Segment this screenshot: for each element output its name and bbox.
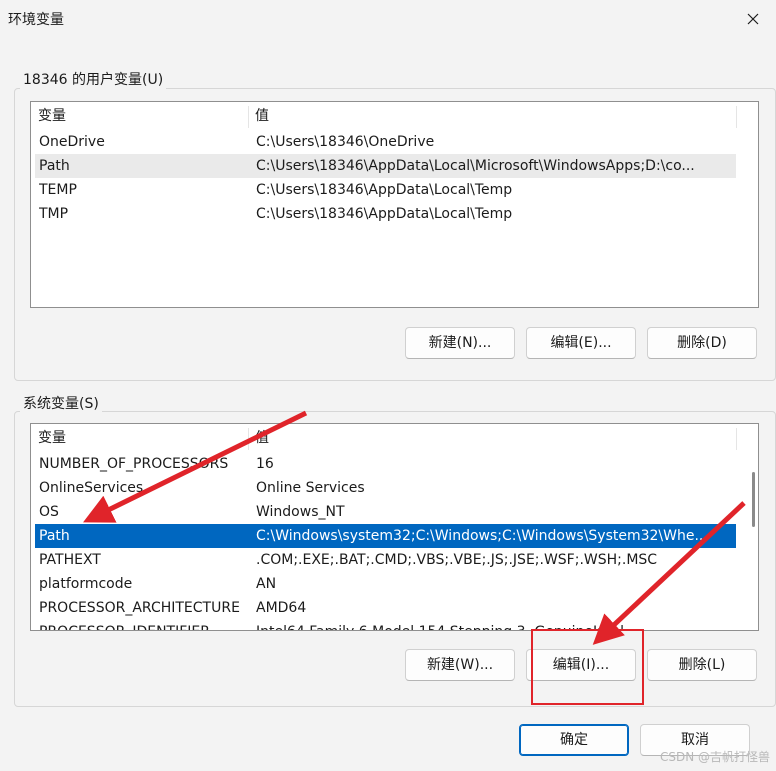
close-button[interactable] — [730, 0, 776, 38]
column-separator[interactable] — [736, 428, 737, 450]
table-row[interactable]: NUMBER_OF_PROCESSORS 16 — [35, 452, 736, 476]
var-name: Path — [39, 158, 70, 174]
var-value: Online Services — [256, 480, 365, 496]
table-row[interactable]: OnlineServices Online Services — [35, 476, 736, 500]
table-row[interactable]: PROCESSOR_IDENTIFIER Intel64 Family 6 Mo… — [35, 620, 736, 630]
ok-button[interactable]: 确定 — [519, 724, 629, 756]
system-vars-label: 系统变量(S) — [20, 393, 102, 413]
column-header-name[interactable]: 变量 — [31, 102, 248, 130]
table-row[interactable]: TMP C:\Users\18346\AppData\Local\Temp — [35, 202, 736, 226]
var-name: PATHEXT — [39, 552, 101, 568]
table-row[interactable]: PROCESSOR_ARCHITECTURE AMD64 — [35, 596, 736, 620]
var-value: C:\Windows\system32;C:\Windows;C:\Window… — [256, 528, 708, 544]
system-new-button[interactable]: 新建(W)... — [405, 649, 515, 681]
table-row[interactable]: PATHEXT .COM;.EXE;.BAT;.CMD;.VBS;.VBE;.J… — [35, 548, 736, 572]
var-value: .COM;.EXE;.BAT;.CMD;.VBS;.VBE;.JS;.JSE;.… — [256, 552, 658, 568]
table-row[interactable]: OneDrive C:\Users\18346\OneDrive — [35, 130, 736, 154]
system-edit-button[interactable]: 编辑(I)... — [526, 649, 636, 681]
table-row[interactable]: Path C:\Users\18346\AppData\Local\Micros… — [35, 154, 736, 178]
var-value: 16 — [256, 456, 274, 472]
var-name: OneDrive — [39, 134, 105, 150]
var-name: PROCESSOR_IDENTIFIER — [39, 620, 244, 630]
window-title: 环境变量 — [8, 12, 64, 28]
var-value: C:\Users\18346\OneDrive — [256, 134, 435, 150]
user-vars-label: 18346 的用户变量(U) — [20, 69, 167, 89]
scrollbar-thumb[interactable] — [752, 472, 755, 527]
column-header-name[interactable]: 变量 — [31, 424, 248, 452]
table-row-selected[interactable]: Path C:\Windows\system32;C:\Windows;C:\W… — [35, 524, 736, 548]
var-name: NUMBER_OF_PROCESSORS — [39, 456, 229, 472]
vertical-scrollbar[interactable] — [748, 452, 758, 630]
system-vars-header: 变量 值 — [31, 424, 758, 452]
table-row[interactable]: platformcode AN — [35, 572, 736, 596]
close-icon — [747, 13, 759, 25]
column-header-value[interactable]: 值 — [248, 102, 736, 130]
var-name: Path — [39, 528, 70, 544]
var-value: Windows_NT — [256, 504, 345, 520]
user-new-button[interactable]: 新建(N)... — [405, 327, 515, 359]
user-edit-button[interactable]: 编辑(E)... — [526, 327, 636, 359]
title-bar: 环境变量 — [0, 0, 776, 38]
var-name: platformcode — [39, 576, 133, 592]
var-value: AN — [256, 576, 277, 592]
var-name: PROCESSOR_ARCHITECTURE — [39, 600, 240, 616]
var-name: OS — [39, 504, 59, 520]
var-name: TEMP — [39, 182, 77, 198]
var-name: OnlineServices — [39, 480, 144, 496]
column-separator[interactable] — [736, 106, 737, 128]
watermark: CSDN @吉帆打怪兽 — [659, 750, 770, 764]
user-vars-header: 变量 值 — [31, 102, 758, 130]
table-row[interactable]: TEMP C:\Users\18346\AppData\Local\Temp — [35, 178, 736, 202]
var-value: AMD64 — [256, 600, 307, 616]
column-header-value[interactable]: 值 — [248, 424, 736, 452]
var-value: C:\Users\18346\AppData\Local\Microsoft\W… — [256, 158, 695, 174]
system-delete-button[interactable]: 删除(L) — [647, 649, 757, 681]
user-vars-list[interactable]: 变量 值 OneDrive C:\Users\18346\OneDrive Pa… — [30, 101, 759, 308]
var-name: TMP — [39, 206, 69, 222]
table-row[interactable]: OS Windows_NT — [35, 500, 736, 524]
var-value: Intel64 Family 6 Model 154 Stepping 3, G… — [256, 620, 734, 630]
var-value: C:\Users\18346\AppData\Local\Temp — [256, 182, 513, 198]
system-vars-list[interactable]: 变量 值 NUMBER_OF_PROCESSORS 16 OnlineServi… — [30, 423, 759, 631]
var-value: C:\Users\18346\AppData\Local\Temp — [256, 206, 513, 222]
user-delete-button[interactable]: 删除(D) — [647, 327, 757, 359]
